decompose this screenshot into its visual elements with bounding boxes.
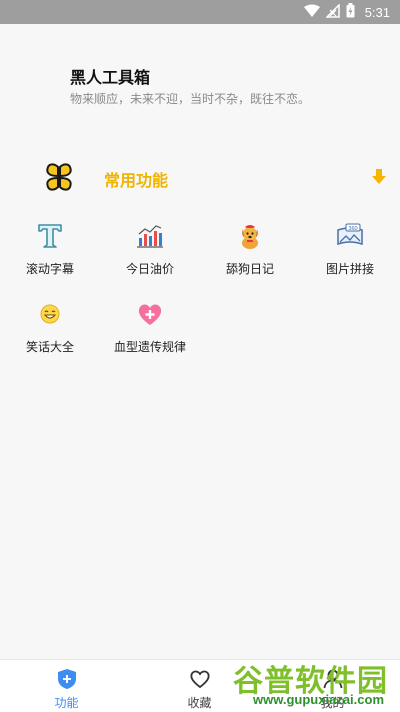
battery-charging-icon	[346, 2, 355, 22]
wifi-icon	[303, 3, 320, 22]
watermark: 谷普软件园 www.gupuxiazai.com	[206, 656, 394, 712]
tool-label: 血型遗传规律	[113, 340, 186, 354]
signal-icon	[324, 2, 340, 22]
status-icons: 5:31	[303, 2, 390, 22]
panorama-360-icon: 360	[336, 222, 364, 250]
tool-label: 今日油价	[125, 262, 174, 276]
svg-text:360: 360	[348, 226, 357, 232]
tool-label: 图片拼接	[325, 262, 374, 276]
tool-label: 笑话大全	[25, 340, 74, 354]
tool-oil-price[interactable]: 今日油价	[100, 222, 200, 282]
section-title: 常用功能	[104, 171, 169, 190]
nav-functions[interactable]: 功能	[0, 660, 133, 712]
tool-image-stitching[interactable]: 360 图片拼接	[300, 222, 400, 282]
tool-jokes[interactable]: 笑话大全	[0, 300, 100, 360]
bar-chart-icon	[136, 222, 164, 250]
tool-scrolling-subtitles[interactable]: 滚动字幕	[0, 222, 100, 282]
tool-dog-diary[interactable]: 舔狗日记	[200, 222, 300, 282]
watermark-url: www.gupuxiazai.com	[253, 692, 384, 707]
laughing-face-icon	[36, 300, 64, 328]
download-arrow-icon[interactable]	[372, 169, 386, 185]
clover-icon	[44, 162, 74, 192]
letter-t-icon	[36, 222, 64, 250]
tool-label: 舔狗日记	[225, 262, 274, 276]
tool-blood-type[interactable]: 血型遗传规律	[100, 300, 200, 360]
app-title: 黑人工具箱	[70, 68, 151, 87]
heart-plus-icon	[136, 300, 164, 328]
app-subtitle: 物来顺应，未来不迎，当时不杂，既往不恋。	[70, 92, 311, 106]
section-common-functions[interactable]: 常用功能	[0, 158, 400, 198]
status-time: 5:31	[364, 4, 390, 20]
tool-label: 滚动字幕	[25, 262, 74, 276]
dog-icon	[236, 222, 264, 250]
shield-plus-icon	[56, 668, 78, 690]
status-bar: 5:31	[0, 0, 400, 24]
nav-label: 功能	[54, 696, 79, 710]
